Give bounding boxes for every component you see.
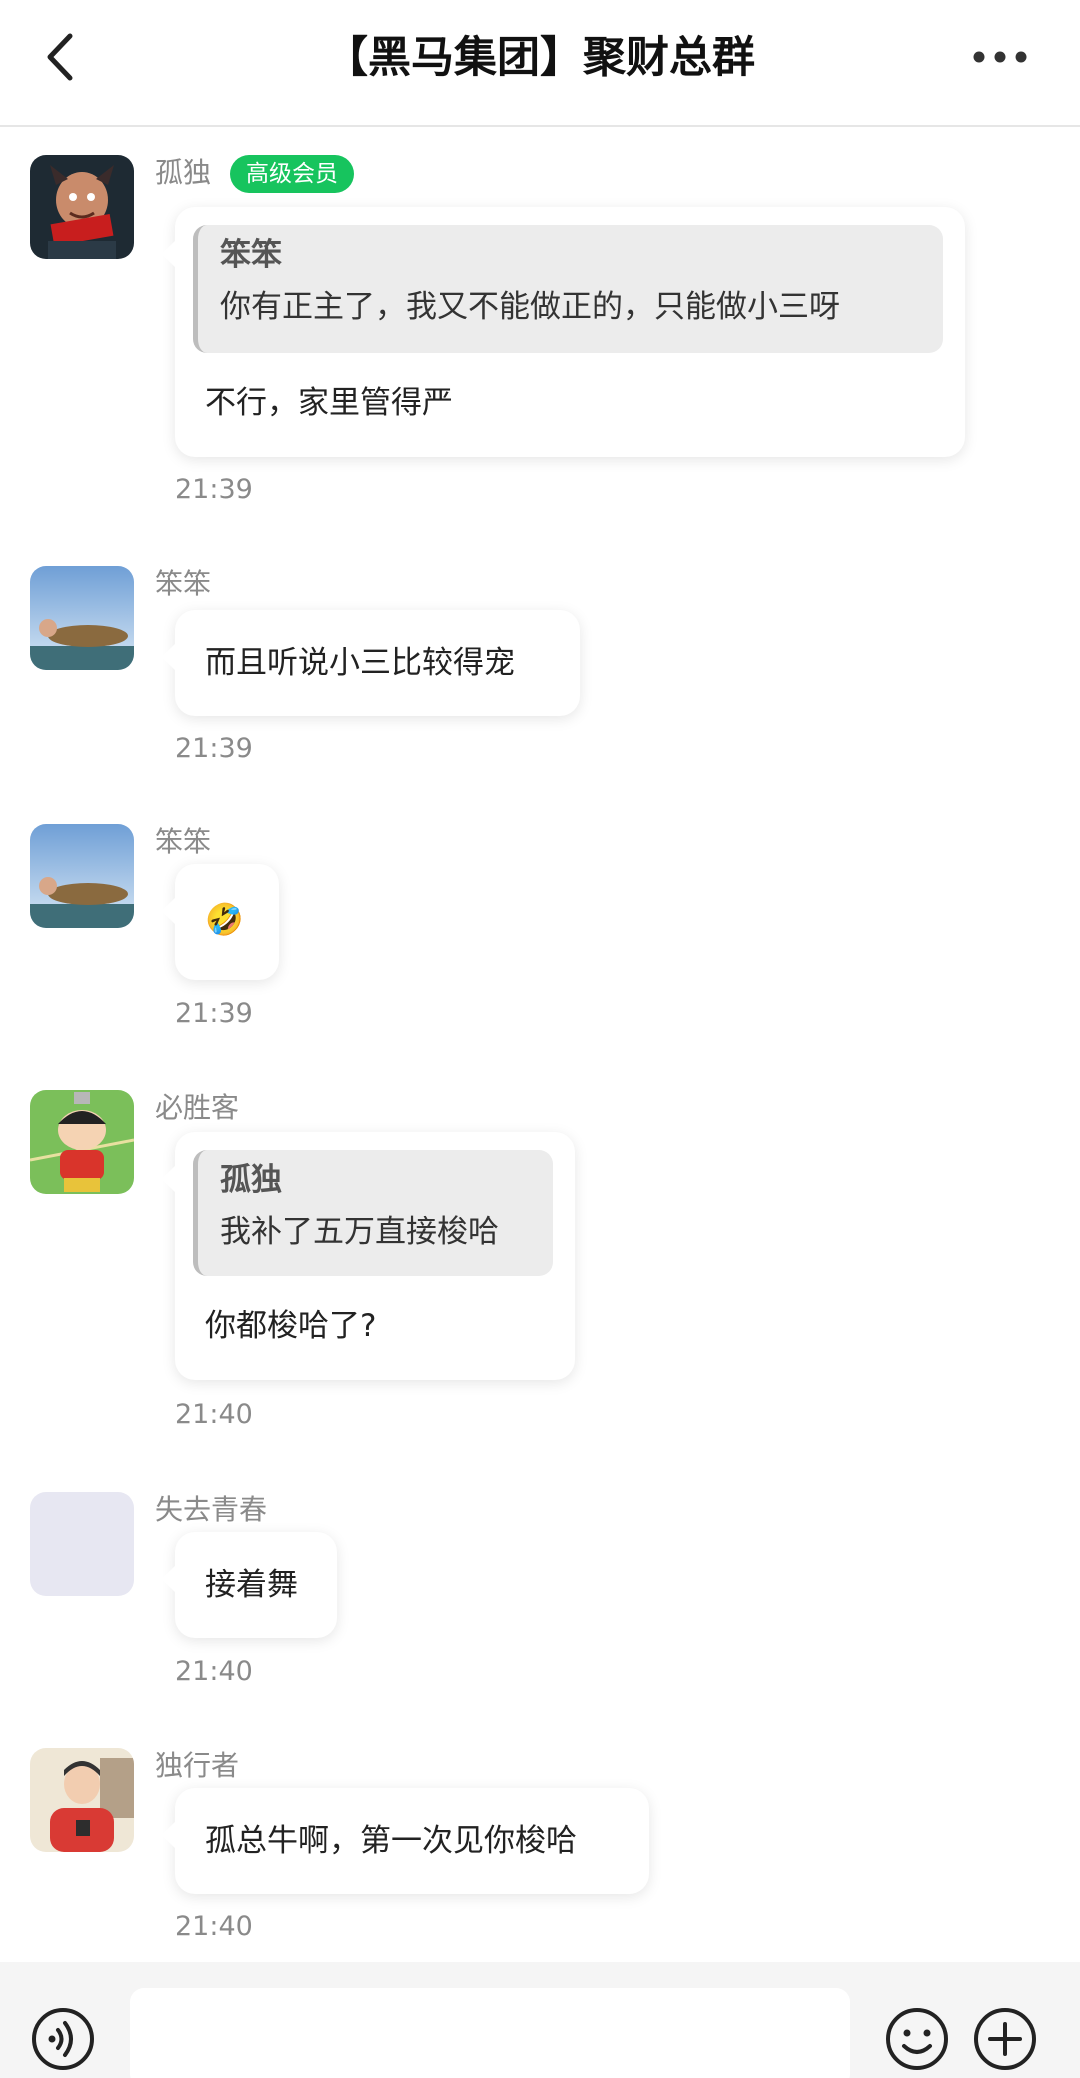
- message-bubble[interactable]: 🤣: [161, 864, 279, 980]
- avatar-image: [30, 566, 134, 670]
- message-bubble[interactable]: 孤独 我补了五万直接梭哈 你都梭哈了?: [161, 1132, 575, 1380]
- sender-name: 必胜客: [155, 1091, 240, 1124]
- message-input[interactable]: [130, 1988, 850, 2078]
- quoted-sender: 孤独: [220, 1162, 282, 1198]
- message-item: 必胜客 孤独 我补了五万直接梭哈 你都梭哈了? 21:40: [0, 1090, 1080, 1440]
- message-item: 笨笨 🤣 21:39: [0, 824, 1080, 1044]
- message-text: 接着舞: [205, 1567, 298, 1603]
- emoji-button[interactable]: [884, 2006, 950, 2072]
- message-text: 不行，家里管得严: [205, 385, 453, 421]
- message-time: 21:40: [175, 1399, 253, 1430]
- sender-name: 失去青春: [155, 1493, 268, 1526]
- quoted-text: 你有正主了，我又不能做正的，只能做小三呀: [220, 289, 840, 325]
- voice-button[interactable]: [30, 2006, 96, 2072]
- more-horizontal-icon: [973, 51, 1027, 63]
- quoted-text: 我补了五万直接梭哈: [220, 1214, 499, 1250]
- message-item: 独行者 孤总牛啊，第一次见你梭哈 21:40: [0, 1748, 1080, 1958]
- message-bubble[interactable]: 孤总牛啊，第一次见你梭哈: [161, 1788, 649, 1894]
- message-item: 失去青春 接着舞 21:40: [0, 1492, 1080, 1702]
- avatar-placeholder[interactable]: [30, 1492, 134, 1596]
- back-button[interactable]: [28, 22, 92, 92]
- avatar-image: [30, 1748, 134, 1852]
- message-item: 孤独 高级会员 笨笨 你有正主了，我又不能做正的，只能做小三呀 不行，家里管得严…: [0, 155, 1080, 515]
- avatar[interactable]: [30, 824, 134, 928]
- message-text: 你都梭哈了?: [205, 1308, 377, 1344]
- message-time: 21:40: [175, 1656, 253, 1687]
- avatar[interactable]: [30, 155, 134, 259]
- avatar[interactable]: [30, 1748, 134, 1852]
- message-text: 而且听说小三比较得宠: [205, 645, 515, 681]
- sender-name: 笨笨: [155, 825, 212, 858]
- message-item: 笨笨 而且听说小三比较得宠 21:39: [0, 566, 1080, 786]
- sender-name: 独行者: [155, 1749, 240, 1782]
- more-button[interactable]: [960, 30, 1040, 84]
- quoted-message[interactable]: 孤独 我补了五万直接梭哈: [193, 1150, 553, 1276]
- plus-circle-icon: [974, 2008, 1036, 2070]
- chevron-left-icon: [47, 33, 73, 81]
- message-bubble[interactable]: 接着舞: [161, 1532, 337, 1638]
- message-time: 21:40: [175, 1911, 253, 1942]
- message-text: 孤总牛啊，第一次见你梭哈: [205, 1823, 577, 1859]
- member-badge: 高级会员: [230, 155, 354, 193]
- message-time: 21:39: [175, 998, 253, 1029]
- more-actions-button[interactable]: [972, 2006, 1038, 2072]
- chat-title: 【黑马集团】聚财总群: [325, 33, 755, 83]
- message-bubble[interactable]: 而且听说小三比较得宠: [161, 610, 580, 716]
- chat-header: 【黑马集团】聚财总群: [0, 0, 1080, 127]
- avatar-image: [30, 824, 134, 928]
- sender-name: 笨笨: [155, 567, 212, 600]
- emoji-icon: [886, 2008, 948, 2070]
- quoted-message[interactable]: 笨笨 你有正主了，我又不能做正的，只能做小三呀: [193, 225, 943, 353]
- message-bubble[interactable]: 笨笨 你有正主了，我又不能做正的，只能做小三呀 不行，家里管得严: [161, 207, 965, 457]
- sender-name: 孤独: [155, 156, 212, 189]
- chat-screen: 【黑马集团】聚财总群 孤独 高级会员 笨笨 你有正主了，我又不能做正的，只能做小…: [0, 0, 1080, 2078]
- message-time: 21:39: [175, 474, 253, 505]
- message-time: 21:39: [175, 733, 253, 764]
- avatar[interactable]: [30, 566, 134, 670]
- avatar-image: [30, 1090, 134, 1194]
- avatar[interactable]: [30, 1090, 134, 1194]
- avatar-image: [30, 155, 134, 259]
- voice-icon: [32, 2008, 94, 2070]
- quoted-sender: 笨笨: [220, 237, 282, 273]
- emoji-message: 🤣: [205, 902, 244, 938]
- input-bar: [0, 1962, 1080, 2078]
